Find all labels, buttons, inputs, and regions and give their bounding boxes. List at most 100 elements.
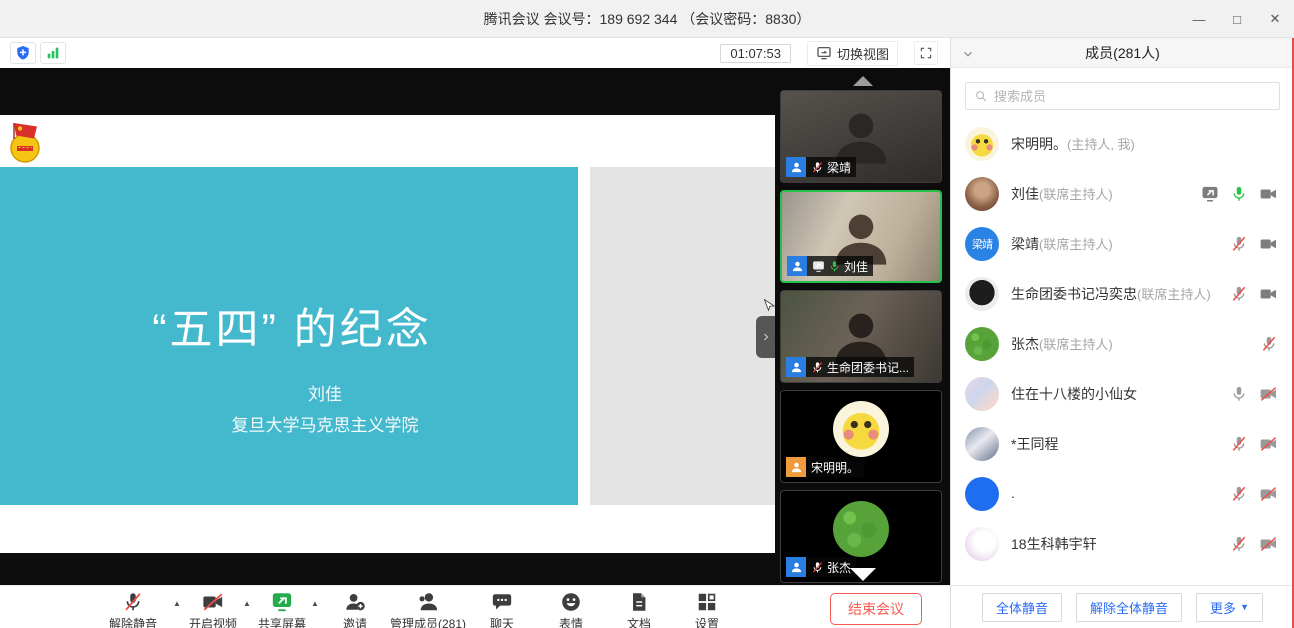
collapse-panel-button[interactable]: [961, 45, 975, 61]
mic-muted-icon[interactable]: [1230, 535, 1248, 553]
member-type-badge: [786, 157, 806, 177]
tile-name: 生命团委书记...: [827, 359, 909, 376]
invite-button[interactable]: 邀请: [343, 591, 367, 628]
unmute-all-button[interactable]: 解除全体静音: [1076, 593, 1182, 622]
member-row[interactable]: 住在十八楼的小仙女: [965, 369, 1278, 419]
mic-muted-icon: [811, 161, 824, 174]
camera-muted-icon[interactable]: [1259, 385, 1278, 403]
person-icon: [790, 461, 803, 474]
mic-muted-icon[interactable]: [1230, 235, 1248, 253]
fullscreen-button[interactable]: [914, 41, 938, 65]
video-strip: 梁靖: [775, 68, 950, 585]
mic-on-icon: [828, 260, 841, 273]
slide-author: 刘佳: [36, 379, 614, 410]
member-name: 梁靖: [1011, 236, 1039, 252]
member-row[interactable]: 梁靖 梁靖(联席主持人): [965, 219, 1278, 269]
camera-on-icon[interactable]: [1259, 235, 1278, 253]
mic-muted-icon[interactable]: [1230, 435, 1248, 453]
chat-button[interactable]: 聊天: [490, 591, 514, 628]
mic-muted-icon[interactable]: [1230, 485, 1248, 503]
member-row[interactable]: .: [965, 469, 1278, 519]
shield-plus-icon: [15, 45, 31, 61]
video-options-caret[interactable]: ▲: [243, 599, 251, 608]
switch-view-button[interactable]: 切换视图: [807, 41, 898, 66]
member-row[interactable]: 刘佳(联席主持人): [965, 169, 1278, 219]
emoji-button[interactable]: 表情: [559, 591, 583, 628]
member-role: (联席主持人): [1039, 187, 1113, 202]
member-type-badge: [787, 256, 807, 276]
shared-screen: “五四” 的纪念 刘佳 复旦大学马克思主义学院: [0, 68, 775, 585]
signal-bars-icon: [45, 45, 61, 61]
video-tile[interactable]: 梁靖: [780, 90, 942, 183]
share-screen-button[interactable]: 共享屏幕: [258, 591, 306, 628]
tile-name: 梁靖: [827, 159, 851, 176]
camera-muted-icon: [201, 591, 225, 613]
member-role: (联席主持人): [1137, 287, 1211, 302]
collapse-video-strip-button[interactable]: [756, 316, 775, 358]
video-tile[interactable]: 生命团委书记...: [780, 290, 942, 383]
member-type-badge: [786, 557, 806, 577]
member-search-box[interactable]: [965, 82, 1280, 110]
screen-share-icon[interactable]: [1201, 185, 1219, 203]
avatar: [965, 477, 999, 511]
member-row[interactable]: 张杰(联席主持人): [965, 319, 1278, 369]
camera-on-icon[interactable]: [1259, 185, 1278, 203]
manage-members-button[interactable]: 管理成员(281): [390, 591, 466, 628]
invite-person-icon: [344, 591, 366, 613]
close-button[interactable]: ✕: [1256, 0, 1294, 38]
mute-all-button[interactable]: 全体静音: [982, 593, 1062, 622]
avatar: [965, 427, 999, 461]
member-name: 宋明明。: [1011, 136, 1067, 152]
mic-muted-icon[interactable]: [1230, 285, 1248, 303]
camera-muted-icon[interactable]: [1259, 485, 1278, 503]
maximize-button[interactable]: □: [1218, 0, 1256, 38]
security-button[interactable]: [10, 42, 36, 64]
members-panel-title: 成员(281人): [1085, 43, 1160, 63]
video-tile[interactable]: 宋明明。: [780, 390, 942, 483]
share-options-caret[interactable]: ▲: [311, 599, 319, 608]
mic-on-icon[interactable]: [1230, 185, 1248, 203]
settings-grid-icon: [696, 591, 718, 613]
mic-muted-icon[interactable]: [1260, 335, 1278, 353]
mic-on-icon[interactable]: [1230, 385, 1248, 403]
member-row[interactable]: 生命团委书记冯奕忠(联席主持人): [965, 269, 1278, 319]
scroll-up-arrow[interactable]: [853, 76, 873, 86]
network-quality-button[interactable]: [40, 42, 66, 64]
window-titlebar: 腾讯会议 会议号：189 692 344 （会议密码：8830） — □ ✕: [0, 0, 1294, 38]
member-name: 生命团委书记冯奕忠: [1011, 286, 1137, 302]
chevron-down-icon: [961, 47, 975, 61]
camera-muted-icon[interactable]: [1259, 535, 1278, 553]
avatar: [833, 501, 889, 557]
member-row[interactable]: *王同程: [965, 419, 1278, 469]
slide-title: “五四” 的纪念: [32, 295, 552, 357]
camera-on-icon[interactable]: [1259, 285, 1278, 303]
start-video-button[interactable]: 开启视频: [189, 591, 237, 628]
avatar: [965, 377, 999, 411]
tile-name: 刘佳: [844, 258, 868, 275]
members-list: 宋明明。(主持人, 我) 刘佳(联席主持人) 梁靖 梁靖(联席主持人): [951, 119, 1294, 585]
member-name: *王同程: [1011, 436, 1058, 452]
avatar: 梁靖: [965, 227, 999, 261]
person-icon: [790, 161, 803, 174]
member-search-input[interactable]: [994, 89, 1271, 104]
youth-league-emblem-icon: [8, 122, 42, 164]
presentation-slide: “五四” 的纪念 刘佳 复旦大学马克思主义学院: [0, 115, 775, 553]
unmute-button[interactable]: 解除静音: [109, 591, 157, 628]
window-title: 腾讯会议 会议号：189 692 344 （会议密码：8830）: [484, 9, 811, 29]
slide-image-placeholder: [590, 167, 775, 505]
member-row[interactable]: 18生科韩宇轩: [965, 519, 1278, 569]
settings-button[interactable]: 设置: [695, 591, 719, 628]
scroll-down-arrow[interactable]: [850, 568, 876, 581]
members-panel-header: 成员(281人): [951, 38, 1294, 68]
docs-button[interactable]: 文档: [627, 591, 651, 628]
mic-options-caret[interactable]: ▲: [173, 599, 181, 608]
mic-muted-icon: [811, 361, 824, 374]
more-button[interactable]: 更多▼: [1196, 593, 1263, 622]
camera-muted-icon[interactable]: [1259, 435, 1278, 453]
member-row[interactable]: 宋明明。(主持人, 我): [965, 119, 1278, 169]
tile-name: 宋明明。: [811, 459, 859, 476]
minimize-button[interactable]: —: [1180, 0, 1218, 38]
video-tile[interactable]: 刘佳: [780, 190, 942, 283]
mic-muted-icon: [122, 591, 144, 613]
end-meeting-button[interactable]: 结束会议: [830, 593, 922, 625]
